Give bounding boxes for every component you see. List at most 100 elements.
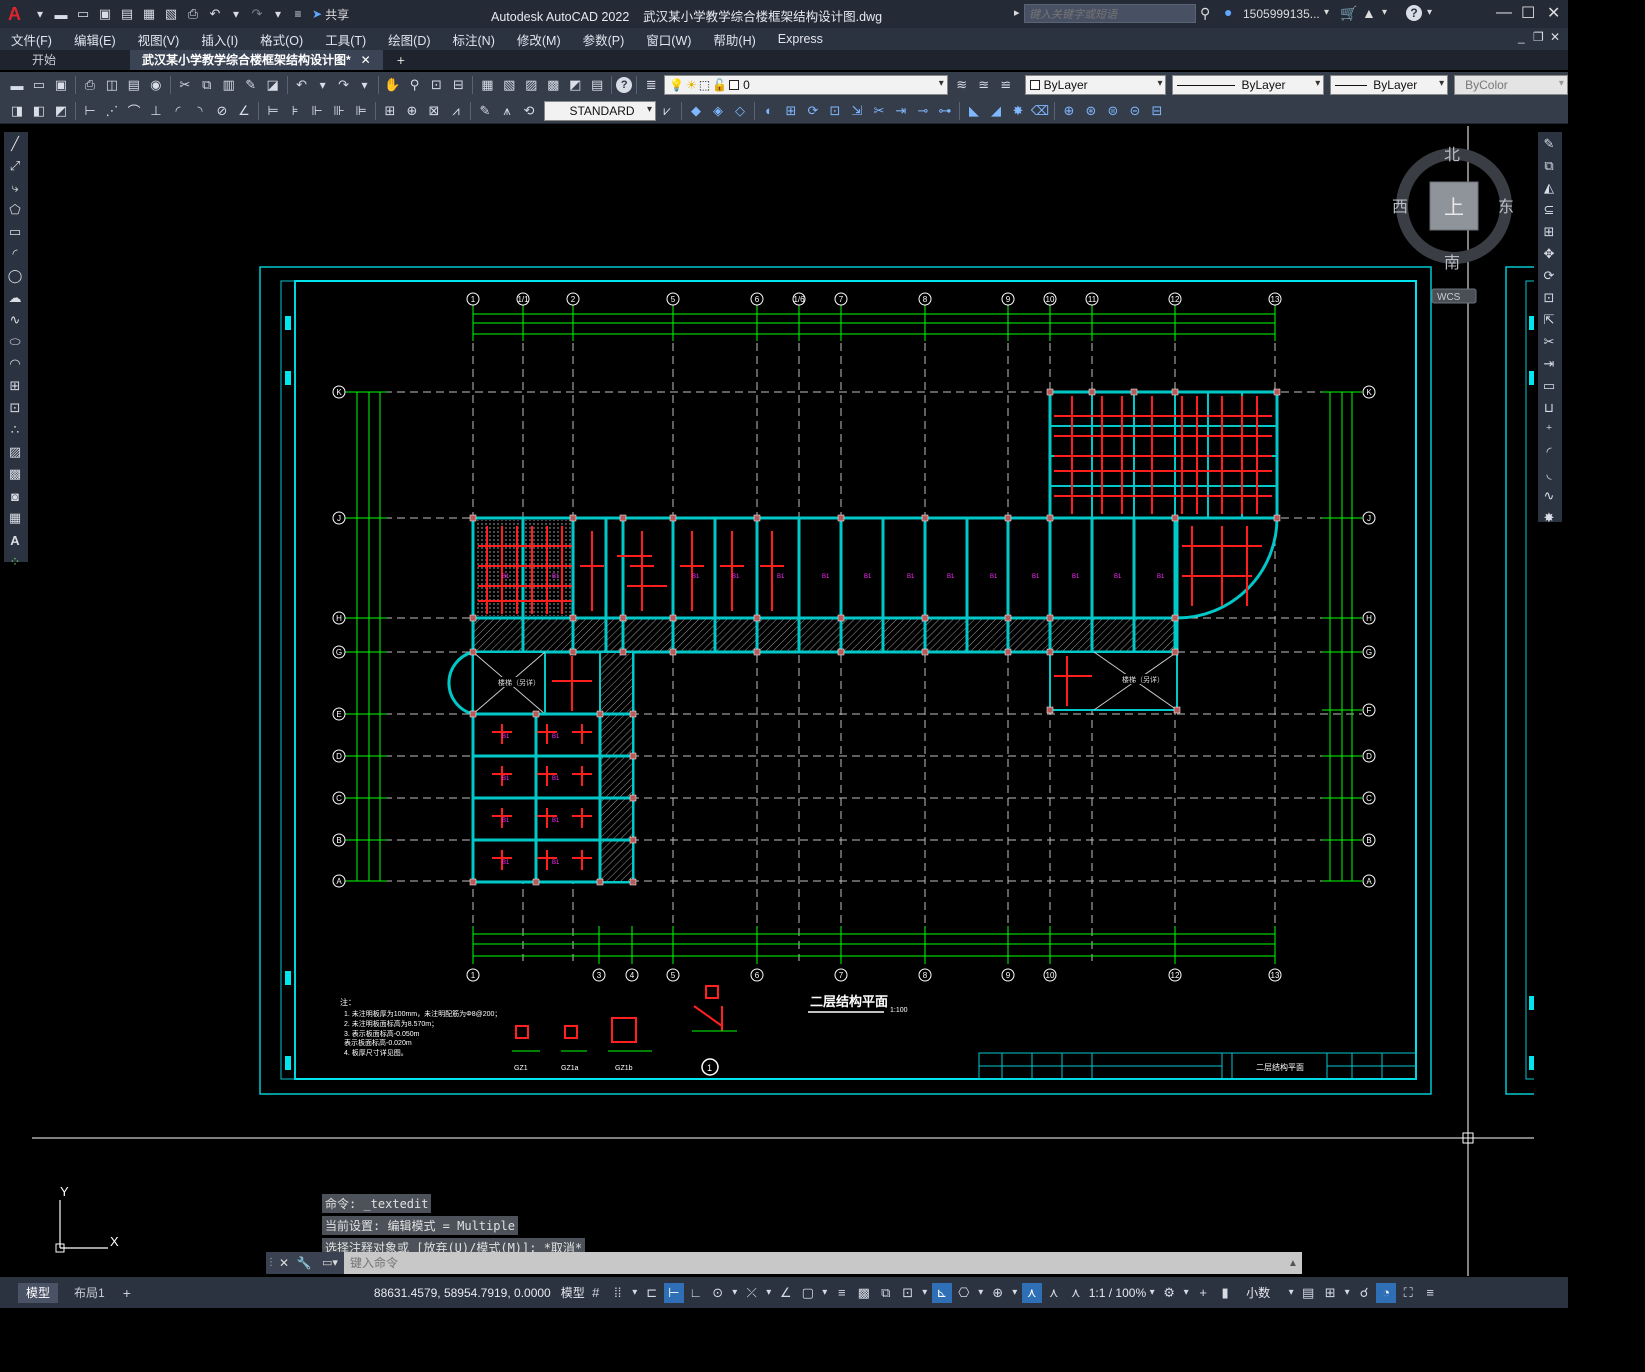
attribute-icon[interactable]: ⊜ [1103, 101, 1123, 121]
help-icon[interactable]: ? [1406, 5, 1422, 21]
trim-icon[interactable]: ✂ [869, 101, 889, 121]
autodesk-app-icon[interactable]: ▲ [1362, 5, 1376, 21]
tool-c-icon[interactable]: ◩ [51, 101, 71, 121]
polar-dropdown-icon[interactable]: ▾ [730, 1283, 740, 1303]
zoom-realtime-icon[interactable]: ⚲ [404, 75, 424, 95]
fillet-icon[interactable]: ◟ [1539, 464, 1559, 484]
gizmo-icon[interactable]: ⊕ [988, 1283, 1008, 1303]
help-icon[interactable]: ? [616, 77, 633, 93]
jogged-linear-icon[interactable]: ⩘ [446, 101, 466, 121]
move-icon[interactable]: ✥ [1539, 244, 1559, 264]
tolerance-icon[interactable]: ⊞ [380, 101, 400, 121]
otrack-icon[interactable]: ∠ [776, 1283, 796, 1303]
text-style-control[interactable]: STANDARD ▾ [544, 100, 656, 121]
tab-layout1[interactable]: 布局1 [66, 1283, 113, 1303]
stretch-icon[interactable]: ⇲ [847, 101, 867, 121]
menu-item-3[interactable]: 插入(I) [201, 30, 238, 49]
publish-icon[interactable]: ▤ [124, 75, 144, 95]
create-block-icon[interactable]: ⊡ [5, 398, 25, 418]
selection-filter-icon[interactable]: ⎔ [954, 1283, 974, 1303]
open-icon[interactable]: ▭ [29, 75, 49, 95]
save-icon[interactable]: ▣ [51, 75, 71, 95]
add-selected-icon[interactable]: ⁘ [5, 552, 25, 572]
rotate-icon[interactable]: ⟳ [803, 101, 823, 121]
menu-item-11[interactable]: 帮助(H) [713, 30, 755, 49]
dim-baseline-icon[interactable]: ⊧ [285, 101, 305, 121]
customization-icon[interactable]: ≡ [1420, 1283, 1440, 1303]
redo-icon[interactable]: ↷ [247, 4, 267, 24]
quickcalc-icon[interactable]: ▤ [587, 75, 607, 95]
block-editor-icon[interactable]: ◪ [263, 75, 283, 95]
osnap-dropdown-icon[interactable]: ▾ [820, 1283, 830, 1303]
clean-screen-icon[interactable]: ⛶ [1398, 1283, 1418, 1303]
plotstyle-control[interactable]: ByColor ▾ [1454, 75, 1568, 95]
units-icon[interactable]: ▮ [1215, 1283, 1235, 1303]
dynamic-input-icon[interactable]: ⊢ [663, 1282, 684, 1303]
zoom-window-icon[interactable]: ⊡ [426, 75, 446, 95]
user-icon[interactable]: ● [1224, 4, 1232, 20]
menu-item-9[interactable]: 参数(P) [583, 30, 625, 49]
dim-diameter-icon[interactable]: ⊘ [212, 101, 232, 121]
join-icon[interactable]: ⊶ [935, 101, 955, 121]
quick-dim-icon[interactable]: ⊨ [263, 101, 283, 121]
lineweight-control[interactable]: ByLayer ▾ [1330, 75, 1449, 95]
menu-item-6[interactable]: 绘图(D) [388, 30, 430, 49]
annotation-scale-icon[interactable]: ⋏ [1066, 1283, 1086, 1303]
dim-continue-icon[interactable]: ⊩ [307, 101, 327, 121]
drawing-svg[interactable]: 1 1/1 2 5 6 1/6 7 8 9 10 11 12 131 3 4 5 6 7 8 9 10 12 13KJHGE… [32, 126, 1534, 1276]
erase-icon[interactable]: ⌫ [1030, 101, 1050, 121]
color-dropdown-icon[interactable]: ▾ [1157, 78, 1162, 89]
share-button[interactable]: ➤ 共享 [312, 6, 349, 23]
units-dropdown-icon[interactable]: ▾ [1286, 1283, 1296, 1303]
quick-properties-icon[interactable]: ▤ [1298, 1283, 1318, 1303]
pan-icon[interactable]: ✋ [383, 75, 403, 95]
tab-close-icon[interactable]: ✕ [361, 50, 371, 70]
search-icon[interactable]: ⚲ [1200, 5, 1210, 22]
menu-item-5[interactable]: 工具(T) [325, 30, 366, 49]
doc-minimize-button[interactable]: _ [1518, 30, 1525, 44]
layer-control[interactable]: 💡 ☀ ⬚ 🔓 0 ▾ [664, 75, 948, 95]
properties-icon[interactable]: ▦ [477, 75, 497, 95]
workspace-dropdown-icon[interactable]: ▾ [1181, 1283, 1191, 1303]
plot-icon[interactable]: ⎙ [80, 75, 100, 95]
3d-osnap-dropdown-icon[interactable]: ▾ [920, 1283, 930, 1303]
chamfer-icon[interactable]: ◣ [964, 101, 984, 121]
tool-a-icon[interactable]: ◨ [7, 101, 27, 121]
layer-viewport-icon[interactable]: ⬚ [699, 78, 710, 92]
autodesk-app-dropdown-icon[interactable]: ▾ [1382, 7, 1387, 18]
customize-qat-icon[interactable]: ≡ [289, 4, 307, 24]
units-value[interactable]: 小数 [1246, 1284, 1270, 1301]
trim-icon[interactable]: ✂ [1539, 332, 1559, 352]
stretch-icon[interactable]: ⇱ [1539, 310, 1559, 330]
menu-item-4[interactable]: 格式(O) [260, 30, 303, 49]
iso-dropdown-icon[interactable]: ▾ [764, 1283, 774, 1303]
mtext-icon[interactable]: A [5, 530, 25, 550]
line-icon[interactable]: ╱ [5, 134, 25, 154]
offset-icon[interactable]: ◐ [759, 101, 779, 121]
dim-angular-icon[interactable]: ∠ [234, 101, 254, 121]
text-style-dropdown-icon[interactable]: ▾ [647, 104, 652, 115]
search-field[interactable] [1025, 6, 1195, 24]
undo-icon[interactable]: ↶ [205, 4, 225, 24]
user-name[interactable]: 1505999135... [1243, 7, 1320, 21]
command-customize-icon[interactable]: 🔧 [292, 1252, 316, 1274]
layer-match-icon[interactable]: ≊ [974, 75, 994, 95]
layer-lock-icon[interactable]: 🔓 [712, 78, 727, 92]
dim-arc-icon[interactable]: ⌒ [124, 101, 144, 121]
user-dropdown-icon[interactable]: ▾ [1324, 7, 1329, 18]
dim-break-icon[interactable]: ⊫ [351, 101, 371, 121]
linetype-control[interactable]: ByLayer ▾ [1172, 75, 1325, 95]
hatch-icon[interactable]: ▨ [5, 442, 25, 462]
snap-icon[interactable]: ⁞⁞ [608, 1283, 628, 1303]
menu-item-0[interactable]: 文件(F) [11, 30, 52, 49]
array-icon[interactable]: ⊞ [1539, 222, 1559, 242]
tool-palettes-icon[interactable]: ▨ [521, 75, 541, 95]
color-control[interactable]: ByLayer ▾ [1024, 75, 1167, 95]
image-icon[interactable]: ⊟ [1147, 101, 1167, 121]
redo-icon[interactable]: ↷ [334, 75, 354, 95]
command-recent-icon[interactable]: ▭▾ [316, 1252, 344, 1274]
insert-block-icon[interactable]: ⊕ [1059, 101, 1079, 121]
coordinates-readout[interactable]: 88631.4579, 58954.7919, 0.0000 [374, 1286, 551, 1300]
move-icon[interactable]: ◆ [686, 101, 706, 121]
extend-icon[interactable]: ⇥ [891, 101, 911, 121]
